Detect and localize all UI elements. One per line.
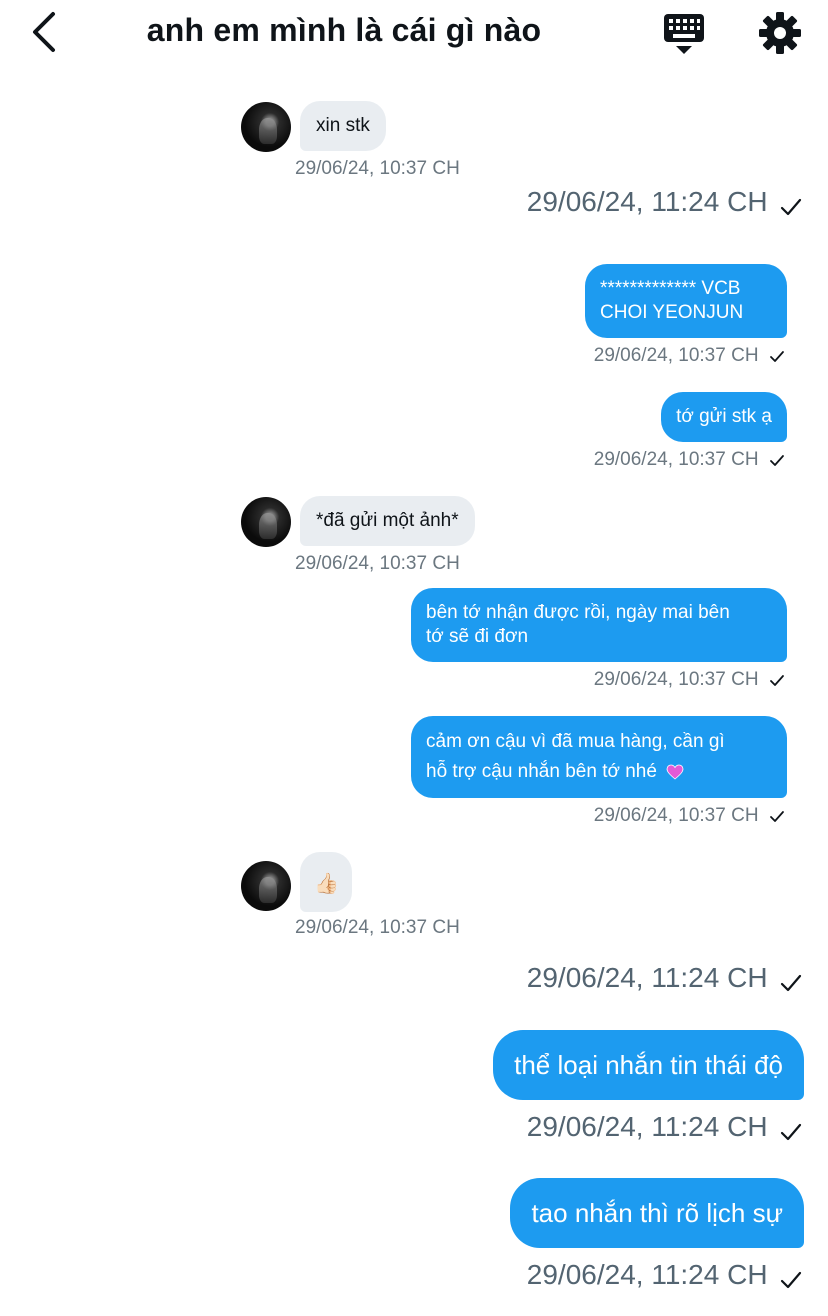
conversation-title: anh em mình là cái gì nào	[146, 12, 542, 48]
sent-message-bubble[interactable]: bên tớ nhận được rồi, ngày mai bên tớ sẽ…	[411, 588, 787, 662]
timestamp-text: 29/06/24, 11:24 CH	[526, 186, 768, 217]
message-status: 29/06/24, 11:24 CH	[527, 1111, 802, 1143]
check-icon	[780, 974, 802, 991]
sent-message-bubble[interactable]: tớ gửi stk ạ	[661, 392, 787, 442]
group-timestamp: 29/06/24, 11:24 CH	[527, 962, 802, 994]
sent-message-bubble[interactable]: cảm ơn cậu vì đã mua hàng, cần gì hỗ trợ…	[411, 716, 787, 798]
message-timestamp: 29/06/24, 10:37 CH	[593, 805, 759, 826]
message-text-line: hỗ trợ cậu nhắn bên tớ nhé	[426, 761, 657, 782]
message-text-line: tớ sẽ đi đơn	[426, 626, 529, 647]
thumbs-up-emoji: 👍🏻	[314, 873, 339, 895]
avatar[interactable]	[241, 102, 291, 152]
check-icon	[770, 674, 784, 686]
message-text: tớ gửi stk ạ	[676, 406, 772, 427]
sent-message-bubble[interactable]: thể loại nhắn tin thái độ	[493, 1030, 804, 1100]
sent-message-bubble[interactable]: ************* VCB CHOI YEONJUN	[585, 264, 787, 338]
received-message-bubble[interactable]: 👍🏻	[300, 852, 352, 912]
timestamp-text: 29/06/24, 11:24 CH	[526, 962, 768, 993]
received-message-bubble[interactable]: *đã gửi một ảnh*	[300, 496, 475, 546]
sent-message-bubble[interactable]: tao nhắn thì rõ lịch sự	[510, 1178, 804, 1248]
message-status: 29/06/24, 10:37 CH	[594, 669, 785, 691]
message-status: 29/06/24, 10:37 CH	[594, 345, 785, 367]
keyboard-icon	[664, 14, 704, 54]
settings-button[interactable]	[756, 10, 804, 56]
avatar[interactable]	[241, 497, 291, 547]
check-icon	[770, 810, 784, 822]
message-timestamp: 29/06/24, 10:37 CH	[593, 345, 759, 366]
group-timestamp: 29/06/24, 11:24 CH	[527, 186, 802, 218]
message-text: *đã gửi một ảnh*	[316, 510, 459, 531]
message-text-line-with-emoji: hỗ trợ cậu nhắn bên tớ nhé	[426, 757, 772, 787]
message-status: 29/06/24, 11:24 CH	[527, 1259, 802, 1291]
message-text: xin stk	[316, 115, 370, 136]
check-icon	[770, 454, 784, 466]
message-status: 29/06/24, 10:37 CH	[594, 805, 785, 827]
message-text-line: cảm ơn cậu vì đã mua hàng, cần gì	[426, 731, 725, 752]
check-icon	[780, 1123, 802, 1140]
check-icon	[780, 1271, 802, 1288]
message-timestamp: 29/06/24, 10:37 CH	[295, 158, 460, 179]
message-text-line: bên tớ nhận được rồi, ngày mai bên	[426, 602, 730, 623]
check-icon	[780, 198, 802, 215]
message-timestamp: 29/06/24, 10:37 CH	[295, 553, 460, 574]
message-text: thể loại nhắn tin thái độ	[514, 1050, 783, 1080]
message-text-line: CHOI YEONJUN	[600, 302, 744, 323]
gear-icon	[759, 12, 801, 54]
keyboard-button[interactable]	[660, 10, 708, 56]
message-timestamp: 29/06/24, 11:24 CH	[526, 1259, 768, 1290]
message-text-line: ************* VCB	[600, 278, 741, 299]
message-timestamp: 29/06/24, 11:24 CH	[526, 1111, 768, 1142]
message-timestamp: 29/06/24, 10:37 CH	[593, 669, 759, 690]
received-message-bubble[interactable]: xin stk	[300, 101, 386, 151]
check-icon	[770, 350, 784, 362]
message-timestamp: 29/06/24, 10:37 CH	[295, 917, 460, 938]
message-timestamp: 29/06/24, 10:37 CH	[593, 449, 759, 470]
message-text: tao nhắn thì rõ lịch sự	[531, 1198, 783, 1228]
avatar[interactable]	[241, 861, 291, 911]
heart-icon	[666, 764, 684, 780]
message-status: 29/06/24, 10:37 CH	[594, 449, 785, 471]
